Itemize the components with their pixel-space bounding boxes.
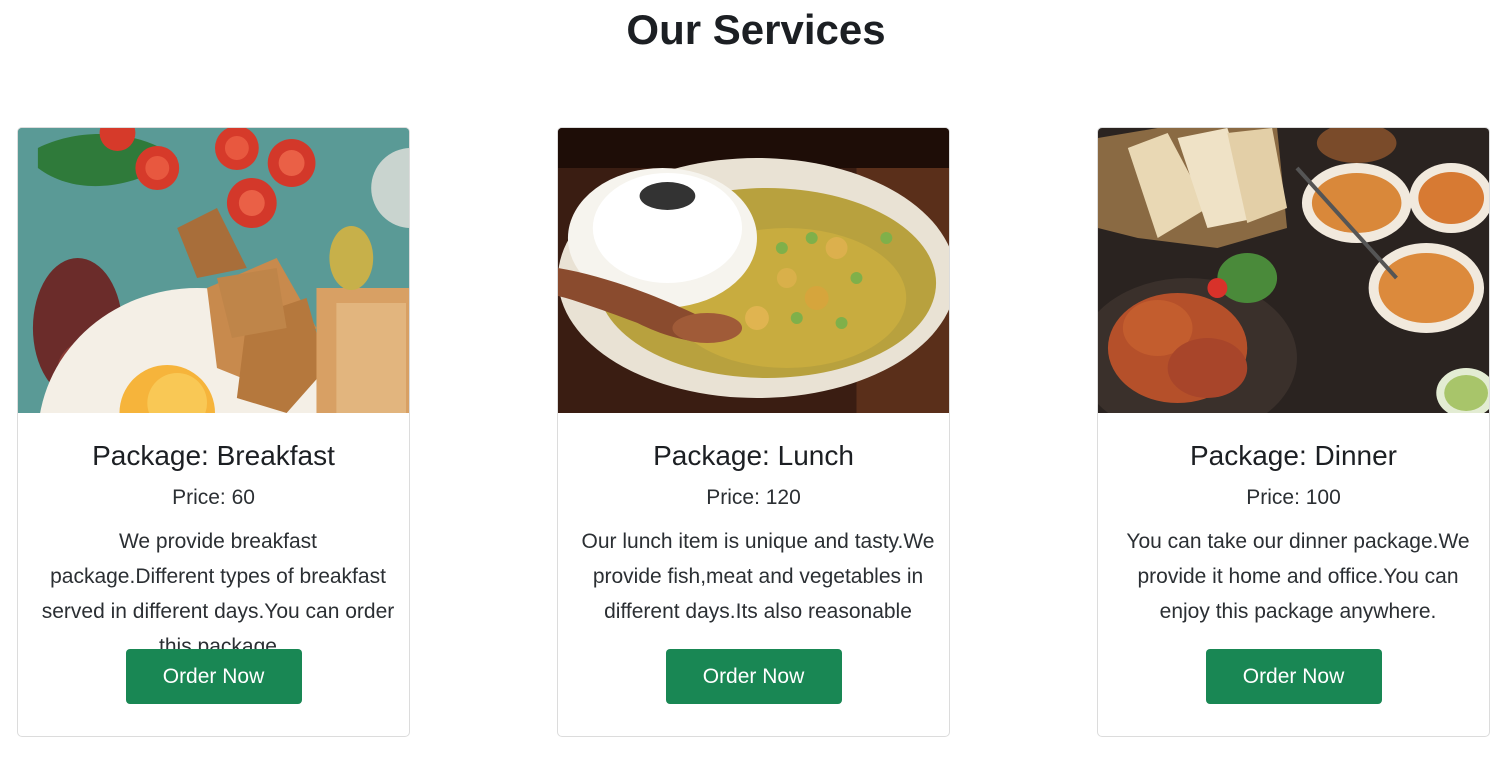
order-now-button[interactable]: Order Now — [125, 649, 302, 704]
package-title: Package: Dinner — [1189, 440, 1397, 471]
package-description: You can take our dinner package.We provi… — [1126, 530, 1470, 623]
lunch-photo — [558, 128, 949, 413]
package-price: Price: 120 — [706, 486, 801, 509]
package-card-dinner: Package: Dinner Price: 100 You can take … — [1097, 127, 1490, 737]
package-title: Package: Breakfast — [92, 440, 335, 471]
package-description: Our lunch item is unique and tasty.We pr… — [581, 530, 935, 623]
package-price: Price: 60 — [172, 486, 255, 509]
package-price: Price: 100 — [1246, 486, 1341, 509]
package-card-breakfast: Package: Breakfast Price: 60 We provide … — [17, 127, 410, 737]
package-description: We provide breakfast package.Different t… — [41, 530, 395, 658]
page-title: Our Services — [626, 6, 886, 53]
package-card-lunch: Package: Lunch Price: 120 Our lunch item… — [557, 127, 950, 737]
dinner-photo — [1098, 128, 1489, 413]
breakfast-photo — [18, 128, 409, 413]
services-page: Our Services Package: Breakfast Price: 6… — [0, 0, 1512, 783]
package-title: Package: Lunch — [653, 440, 854, 471]
order-now-button[interactable]: Order Now — [1205, 649, 1382, 704]
order-now-button[interactable]: Order Now — [665, 649, 842, 704]
